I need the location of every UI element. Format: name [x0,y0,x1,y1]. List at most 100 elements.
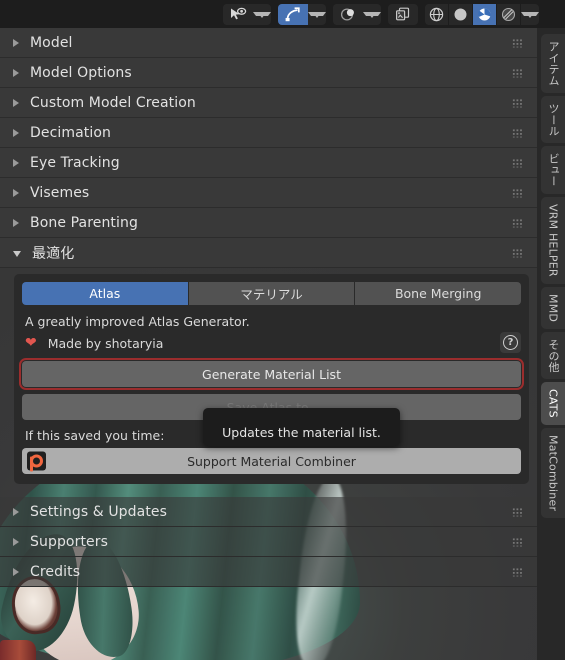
chevron-right-icon [13,507,19,516]
panel-label: Credits [30,563,81,580]
question-mark-icon: ? [503,335,518,350]
sidebar-tab-cats[interactable]: CATS [541,382,565,426]
panel-grip-handle[interactable] [512,68,523,77]
panel-decimation[interactable]: Decimation [0,118,537,148]
tab-label: Atlas [89,286,121,301]
panel-grip-handle[interactable] [512,537,523,546]
sidebar-tab-mmd[interactable]: MMD [541,286,565,329]
tooltip-text: Updates the material list. [222,425,381,440]
panel-stack: Model Model Options Custom Model Creatio… [0,28,537,660]
proportional-editing-dropdown-chevron-down-icon[interactable] [363,12,381,18]
blender-properties-sidebar: Model Model Options Custom Model Creatio… [0,0,565,660]
shading-dropdown-chevron-down-icon[interactable] [521,12,539,18]
sidebar-tab-matcombiner[interactable]: MatCombiner [541,428,565,519]
solid-shading-icon[interactable] [449,3,472,25]
panel-label: Settings & Updates [30,503,168,520]
panel-grip-handle[interactable] [512,188,523,197]
tooltip: Updates the material list. [203,408,400,446]
snapping-dropdown-chevron-down-icon[interactable] [308,12,326,18]
panel-label: Model [30,34,73,51]
panel-grip-handle[interactable] [512,507,523,516]
overlays-group [388,3,418,25]
panel-grip-handle[interactable] [512,218,523,227]
panel-label: Supporters [30,533,109,550]
sidebar-tab-view[interactable]: ビュー [541,146,565,195]
chevron-right-icon [13,158,19,167]
material-preview-shading-icon[interactable] [473,3,496,25]
sidebar-tab-label: アイテム [547,41,560,86]
panel-grip-handle[interactable] [512,567,523,576]
tab-material[interactable]: マテリアル [188,282,356,305]
visibility-dropdown-chevron-down-icon[interactable] [253,12,271,18]
panel-eye-tracking[interactable]: Eye Tracking [0,148,537,178]
eye-cursor-icon[interactable] [223,3,253,25]
panel-label: Custom Model Creation [30,94,196,111]
sidebar-tab-label: その他 [547,338,560,373]
sidebar-tab-column: アイテム ツール ビュー VRM HELPER MMD その他 CATS Mat… [537,28,565,660]
tab-label: マテリアル [240,287,303,302]
sidebar-tab-item[interactable]: アイテム [541,34,565,93]
tab-atlas[interactable]: Atlas [22,282,189,305]
chevron-right-icon [13,128,19,137]
chevron-right-icon [13,218,19,227]
rendered-shading-icon[interactable] [497,3,520,25]
optimization-panel-body: Atlas マテリアル Bone Merging A greatly impro… [14,274,529,484]
panel-label: Visemes [30,184,90,201]
proportional-editing-group [333,3,381,25]
author-row: ❤ Made by shotaryia ? [25,332,521,353]
heart-icon: ❤ [25,335,37,351]
panel-supporters[interactable]: Supporters [0,527,537,557]
help-button[interactable]: ? [500,332,521,353]
chevron-down-icon [13,250,21,257]
generate-material-list-button[interactable]: Generate Material List [19,358,524,390]
panel-model[interactable]: Model [0,28,537,58]
panel-label: Bone Parenting [30,214,138,231]
panel-settings-and-updates[interactable]: Settings & Updates [0,497,537,527]
optimization-tab-row: Atlas マテリアル Bone Merging [22,282,521,305]
chevron-right-icon [13,68,19,77]
patreon-icon [27,451,46,472]
author-label: Made by shotaryia [47,335,164,351]
sidebar-tab-vrm-helper[interactable]: VRM HELPER [541,197,565,284]
panel-grip-handle[interactable] [512,38,523,47]
snapping-group [278,3,326,25]
panel-grip-handle[interactable] [512,158,523,167]
panel-grip-handle[interactable] [512,98,523,107]
panel-visemes[interactable]: Visemes [0,178,537,208]
chevron-right-icon [13,537,19,546]
sidebar-tab-label: VRM HELPER [546,204,560,277]
chevron-right-icon [13,567,19,576]
visibility-group [223,3,271,25]
chevron-right-icon [13,38,19,47]
button-label: Support Material Combiner [187,453,356,469]
tab-label: Bone Merging [394,286,482,301]
panel-grip-handle[interactable] [512,248,523,257]
sidebar-tab-label: MatCombiner [546,435,560,512]
panel-grip-handle[interactable] [512,128,523,137]
sidebar-tab-label: CATS [546,389,560,419]
panel-label: Eye Tracking [30,154,120,171]
button-label: Generate Material List [202,366,341,382]
wireframe-shading-icon[interactable] [425,3,448,25]
panel-label: 最適化 [32,245,75,262]
sidebar-tab-other[interactable]: その他 [541,331,565,380]
sidebar-tab-tool[interactable]: ツール [541,95,565,144]
sidebar-tab-label: ビュー [547,153,560,188]
atlas-description: A greatly improved Atlas Generator. [25,314,250,329]
sidebar-tab-label: ツール [547,102,560,137]
panel-credits[interactable]: Credits [0,557,537,587]
support-material-combiner-button[interactable]: Support Material Combiner [22,448,521,474]
overlay-icon[interactable] [388,3,418,25]
viewport-header-bar [0,0,565,28]
panel-model-options[interactable]: Model Options [0,58,537,88]
panel-optimization[interactable]: 最適化 [0,238,537,268]
chevron-right-icon [13,98,19,107]
viewport-shading-group [425,3,539,25]
magnet-snap-icon[interactable] [278,3,308,25]
sidebar-tab-label: MMD [546,293,560,322]
panel-bone-parenting[interactable]: Bone Parenting [0,208,537,238]
panel-custom-model-creation[interactable]: Custom Model Creation [0,88,537,118]
tab-bone-merging[interactable]: Bone Merging [355,282,521,305]
chevron-right-icon [13,188,19,197]
proportional-edit-icon[interactable] [333,3,363,25]
